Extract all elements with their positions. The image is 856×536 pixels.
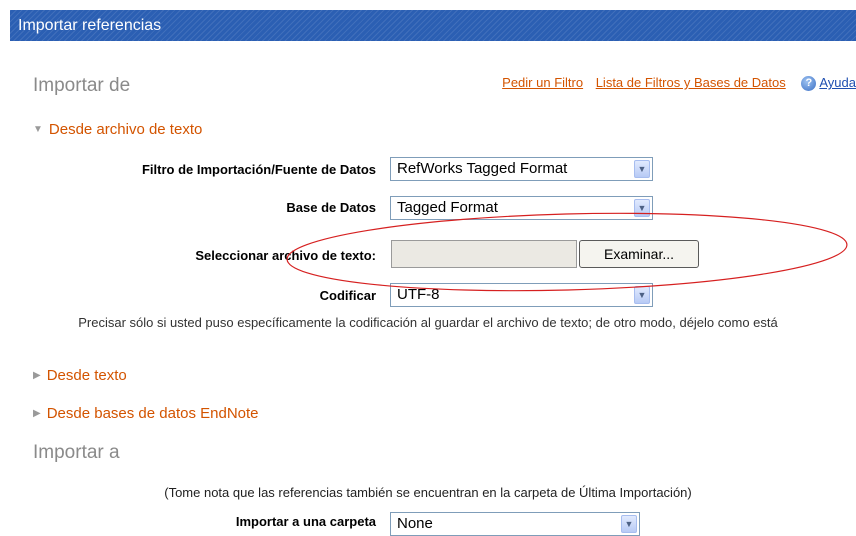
chevron-down-icon[interactable]: ▼ (634, 160, 650, 178)
filter-list-link[interactable]: Lista de Filtros y Bases de Datos (596, 75, 786, 90)
collapsed-arrow-icon: ▶ (33, 370, 41, 381)
import-filter-value: RefWorks Tagged Format (397, 160, 568, 177)
browse-button[interactable]: Examinar... (579, 240, 699, 268)
import-filter-label: Filtro de Importación/Fuente de Datos (141, 162, 376, 177)
chevron-down-icon[interactable]: ▼ (621, 515, 637, 533)
encoding-label: Codificar (319, 288, 376, 303)
import-note: (Tome nota que las referencias también s… (164, 485, 692, 500)
import-from-heading: Importar de (33, 75, 131, 96)
encoding-help-text: Precisar sólo si usted puso específicame… (0, 315, 856, 331)
window-title-bar: Importar referencias (10, 10, 856, 41)
collapsed-arrow-icon: ▶ (33, 408, 41, 419)
help-link[interactable]: Ayuda (819, 75, 856, 90)
import-folder-value: None (397, 515, 433, 532)
encoding-help-text-content: Precisar sólo si usted puso específicame… (78, 315, 778, 330)
window-title: Importar referencias (18, 17, 162, 34)
import-folder-label: Importar a una carpeta (235, 514, 376, 529)
section-toggle-endnote[interactable]: ▶ Desde bases de datos EndNote (33, 405, 259, 422)
encoding-select[interactable]: UTF-8 ▼ (390, 283, 653, 307)
database-select[interactable]: Tagged Format ▼ (390, 196, 653, 220)
file-path-input[interactable] (391, 240, 577, 268)
database-value: Tagged Format (397, 199, 498, 216)
encoding-value: UTF-8 (397, 286, 440, 303)
top-links: Pedir un Filtro Lista de Filtros y Bases… (493, 75, 856, 92)
chevron-down-icon[interactable]: ▼ (634, 286, 650, 304)
import-to-heading: Importar a (33, 442, 120, 463)
select-file-label: Seleccionar archivo de texto: (195, 248, 376, 263)
section-toggle-label: Desde texto (46, 367, 127, 384)
import-filter-select[interactable]: RefWorks Tagged Format ▼ (390, 157, 653, 181)
section-toggle-label: Desde archivo de texto (48, 121, 203, 138)
section-toggle-label: Desde bases de datos EndNote (46, 405, 259, 422)
help-icon[interactable]: ? (801, 76, 817, 92)
request-filter-link[interactable]: Pedir un Filtro (502, 75, 583, 90)
chevron-down-icon[interactable]: ▼ (634, 199, 650, 217)
database-label: Base de Datos (286, 200, 376, 215)
section-toggle-text-file[interactable]: ▼ Desde archivo de texto (33, 121, 202, 138)
expanded-arrow-icon: ▼ (33, 124, 43, 135)
section-toggle-text[interactable]: ▶ Desde texto (33, 367, 127, 384)
help-group[interactable]: ? Ayuda (801, 75, 856, 92)
import-folder-select[interactable]: None ▼ (390, 512, 640, 536)
